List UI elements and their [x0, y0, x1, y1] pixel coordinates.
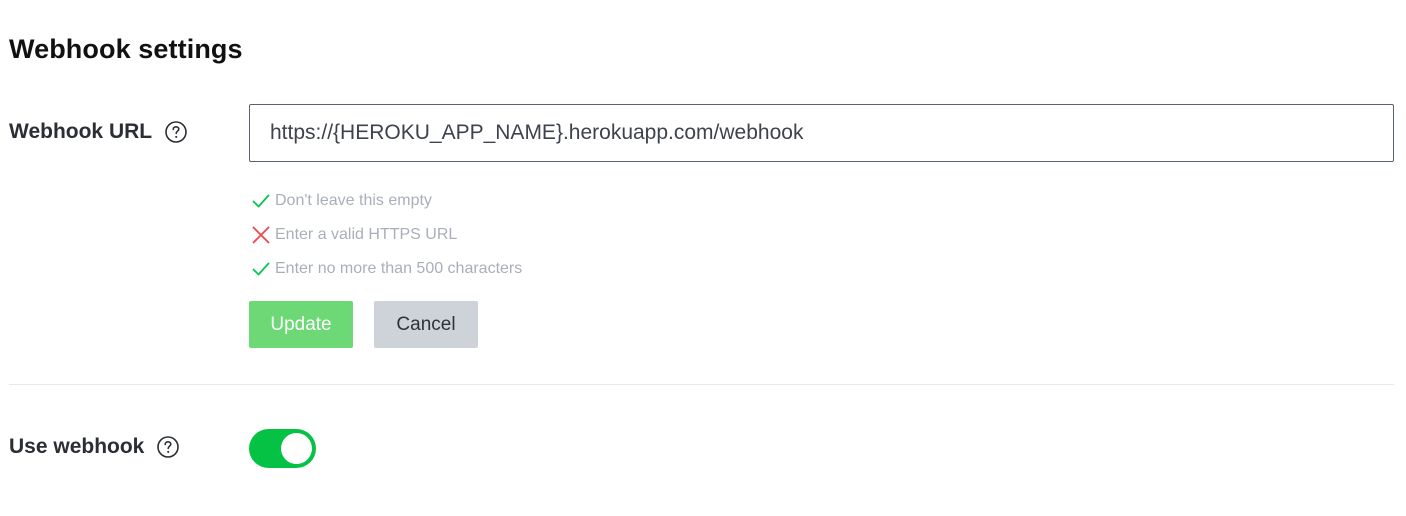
- validation-rule-text: Don't leave this empty: [275, 192, 432, 209]
- divider: [9, 384, 1394, 385]
- cancel-button[interactable]: Cancel: [374, 301, 478, 348]
- toggle-knob: [281, 433, 312, 464]
- update-button[interactable]: Update: [249, 301, 353, 348]
- use-webhook-label-row: Use webhook: [9, 435, 180, 459]
- check-icon: [250, 190, 272, 212]
- webhook-url-input[interactable]: [249, 104, 1394, 162]
- validation-rule-text: Enter a valid HTTPS URL: [275, 226, 458, 243]
- use-webhook-label: Use webhook: [9, 435, 145, 458]
- webhook-url-label-row: Webhook URL: [9, 120, 188, 144]
- validation-rule: Enter a valid HTTPS URL: [250, 218, 522, 252]
- webhook-url-label: Webhook URL: [9, 120, 153, 143]
- validation-rule: Enter no more than 500 characters: [250, 252, 522, 286]
- use-webhook-toggle[interactable]: [249, 429, 316, 468]
- question-circle-icon[interactable]: [164, 120, 188, 144]
- validation-rules: Don't leave this empty Enter a valid HTT…: [250, 184, 522, 286]
- section-title: Webhook settings: [9, 34, 243, 64]
- cross-icon: [250, 224, 272, 246]
- webhook-settings-page: Webhook settings Webhook URL Don't leave…: [0, 0, 1406, 516]
- question-circle-icon[interactable]: [156, 435, 180, 459]
- check-icon: [250, 258, 272, 280]
- validation-rule-text: Enter no more than 500 characters: [275, 260, 523, 277]
- validation-rule: Don't leave this empty: [250, 184, 522, 218]
